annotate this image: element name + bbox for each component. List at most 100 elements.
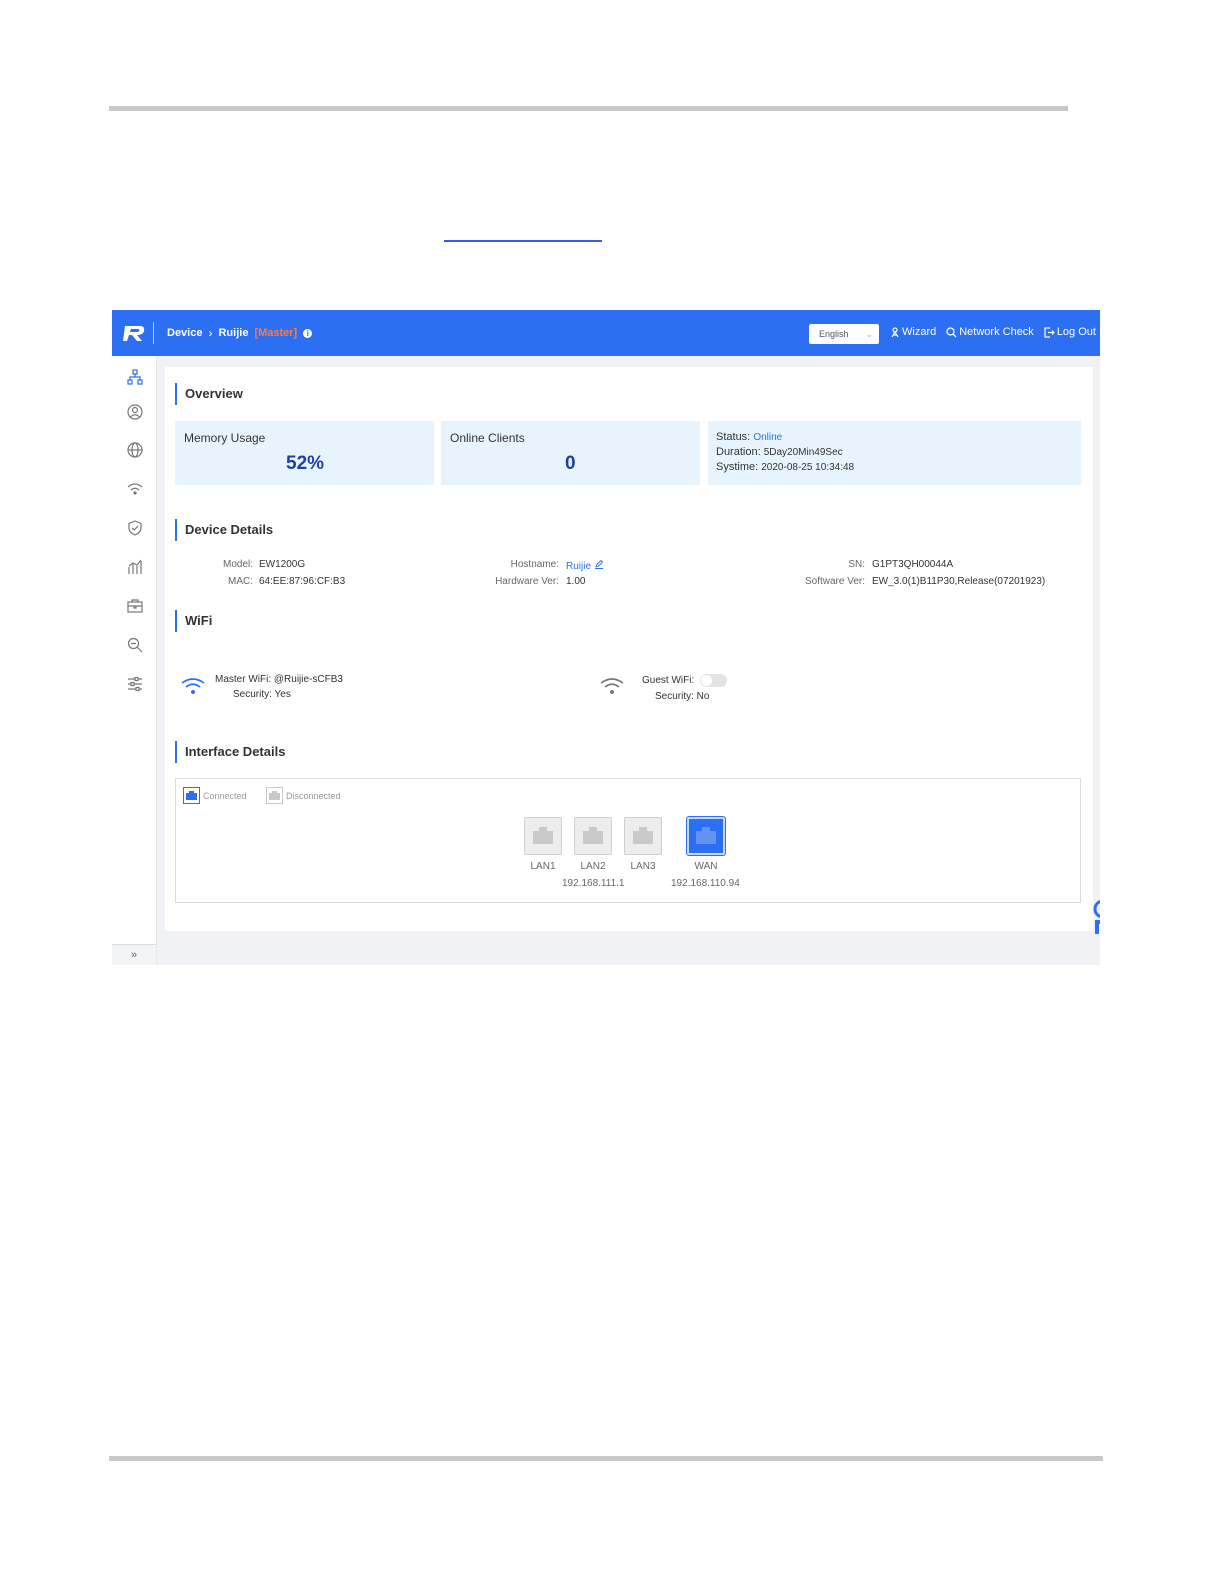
device-role-badge: [Master] <box>254 327 298 339</box>
breadcrumb-device-name: Ruijie <box>218 327 249 339</box>
sn-label: SN: <box>848 559 865 570</box>
mac-value: 64:EE:87:96:CF:B3 <box>259 576 346 587</box>
legend-connected-swatch <box>183 787 200 804</box>
wan-ip: 192.168.110.94 <box>671 878 740 889</box>
guest-wifi-icon <box>600 678 624 694</box>
systime-row: Systime: 2020-08-25 10:34:48 <box>716 461 854 473</box>
logo-divider <box>153 322 154 344</box>
status-value: Online <box>753 432 783 443</box>
document-link-underline <box>444 240 602 242</box>
software-version-label: Software Ver: <box>804 576 865 587</box>
breadcrumb-device[interactable]: Device <box>167 327 202 339</box>
lan-ip: 192.168.111.1 <box>562 878 625 889</box>
network-check-label: Network Check <box>959 326 1034 338</box>
wizard-icon <box>891 326 899 337</box>
master-wifi-icon[interactable] <box>180 676 206 696</box>
guest-wifi-row: Guest WiFi: <box>642 674 728 687</box>
hardware-version-value: 1.00 <box>566 576 586 587</box>
status-label: Status: <box>716 431 751 443</box>
memory-usage-card: Memory Usage 52% <box>175 421 434 485</box>
wifi-icon[interactable] <box>126 480 144 498</box>
magnifier-icon <box>946 326 957 337</box>
settings-sliders-icon[interactable] <box>126 675 144 693</box>
duration-label: Duration: <box>716 446 761 458</box>
language-select-value: English <box>819 329 849 339</box>
mac-label: MAC: <box>228 576 253 587</box>
user-icon[interactable] <box>126 403 144 421</box>
chevron-right-icon: › <box>208 326 213 340</box>
support-assistant-icon[interactable] <box>1087 900 1100 934</box>
master-wifi-label: Master WiFi: <box>215 674 272 685</box>
master-wifi-row: Master WiFi: @Ruijie-sCFB3 <box>215 674 343 685</box>
duration-value: 5Day20Min49Sec <box>763 447 843 458</box>
port-lan3[interactable] <box>624 817 662 855</box>
online-clients-value: 0 <box>565 453 576 474</box>
logout-icon <box>1044 326 1055 338</box>
network-topology-icon[interactable] <box>126 368 144 386</box>
page-header-rule <box>109 106 1068 111</box>
network-check-button[interactable]: Network Check <box>946 326 1034 338</box>
logout-label: Log Out <box>1056 326 1096 338</box>
main-content: Overview Memory Usage 52% Online Clients… <box>165 367 1093 931</box>
guest-wifi-label: Guest WiFi: <box>642 675 695 687</box>
hostname-row: Ruijie <box>566 559 604 572</box>
ethernet-port-icon <box>696 827 716 844</box>
port-lan2-label: LAN2 <box>580 861 606 872</box>
sn-value: G1PT3QH00044A <box>872 559 954 570</box>
chart-icon[interactable] <box>126 558 144 576</box>
ethernet-port-icon <box>533 827 553 844</box>
duration-row: Duration: 5Day20Min49Sec <box>716 446 843 458</box>
overview-title: Overview <box>175 383 243 405</box>
port-lan1-label: LAN1 <box>530 861 556 872</box>
chevron-down-icon: ⌄ <box>865 329 873 339</box>
legend-disconnected-swatch <box>266 787 283 804</box>
sidebar: » <box>112 356 157 965</box>
hostname-label: Hostname: <box>510 559 559 570</box>
web-ui-screenshot: Device › Ruijie [Master] i English ⌄ Wiz… <box>112 310 1100 965</box>
memory-usage-label: Memory Usage <box>184 431 266 445</box>
diagnose-icon[interactable] <box>126 636 144 654</box>
language-select[interactable]: English ⌄ <box>809 324 879 344</box>
sidebar-collapse-button[interactable]: » <box>112 944 156 965</box>
legend-connected: Connected <box>183 787 247 804</box>
legend-disconnected: Disconnected <box>266 787 341 804</box>
wizard-button[interactable]: Wizard <box>890 326 936 338</box>
port-lan3-label: LAN3 <box>630 861 656 872</box>
software-version-value: EW_3.0(1)B11P30,Release(07201923) <box>872 576 1046 587</box>
ethernet-port-icon <box>269 791 280 800</box>
guest-wifi-toggle[interactable] <box>700 674 728 687</box>
interface-panel: Connected Disconnected LAN1 LAN2 LAN3 WA… <box>175 778 1081 903</box>
interface-details-title: Interface Details <box>175 741 285 763</box>
toolbox-icon[interactable] <box>126 597 144 615</box>
port-lan1[interactable] <box>524 817 562 855</box>
legend-connected-label: Connected <box>203 790 247 801</box>
hardware-version-label: Hardware Ver: <box>495 576 559 587</box>
wizard-label: Wizard <box>902 326 937 338</box>
status-row: Status: Online <box>716 431 782 443</box>
logout-button[interactable]: Log Out <box>1044 326 1096 338</box>
top-bar: Device › Ruijie [Master] i English ⌄ Wiz… <box>112 310 1100 356</box>
breadcrumb: Device › Ruijie [Master] i <box>167 326 313 340</box>
ethernet-port-icon <box>583 827 603 844</box>
info-icon[interactable]: i <box>303 328 313 338</box>
port-wan[interactable] <box>687 817 725 855</box>
status-card: Status: Online Duration: 5Day20Min49Sec … <box>708 421 1081 485</box>
ethernet-port-icon <box>633 827 653 844</box>
globe-icon[interactable] <box>126 441 144 459</box>
model-label: Model: <box>222 559 253 570</box>
master-wifi-ssid[interactable]: @Ruijie-sCFB3 <box>274 674 343 685</box>
online-clients-card[interactable]: Online Clients 0 <box>441 421 700 485</box>
guest-wifi-security: Security: No <box>655 691 710 702</box>
model-value: EW1200G <box>259 559 306 570</box>
ethernet-port-icon <box>186 791 197 800</box>
master-wifi-security: Security: Yes <box>233 689 291 700</box>
port-wan-label: WAN <box>694 861 718 872</box>
online-clients-label: Online Clients <box>450 431 525 445</box>
hostname-value: Ruijie <box>566 561 592 572</box>
ruijie-logo-icon <box>123 326 145 341</box>
port-lan2[interactable] <box>574 817 612 855</box>
systime-label: Systime: <box>716 461 759 473</box>
shield-icon[interactable] <box>126 519 144 537</box>
edit-pencil-icon[interactable] <box>594 559 604 569</box>
top-actions: Wizard Network Check Log Out <box>890 326 1096 338</box>
